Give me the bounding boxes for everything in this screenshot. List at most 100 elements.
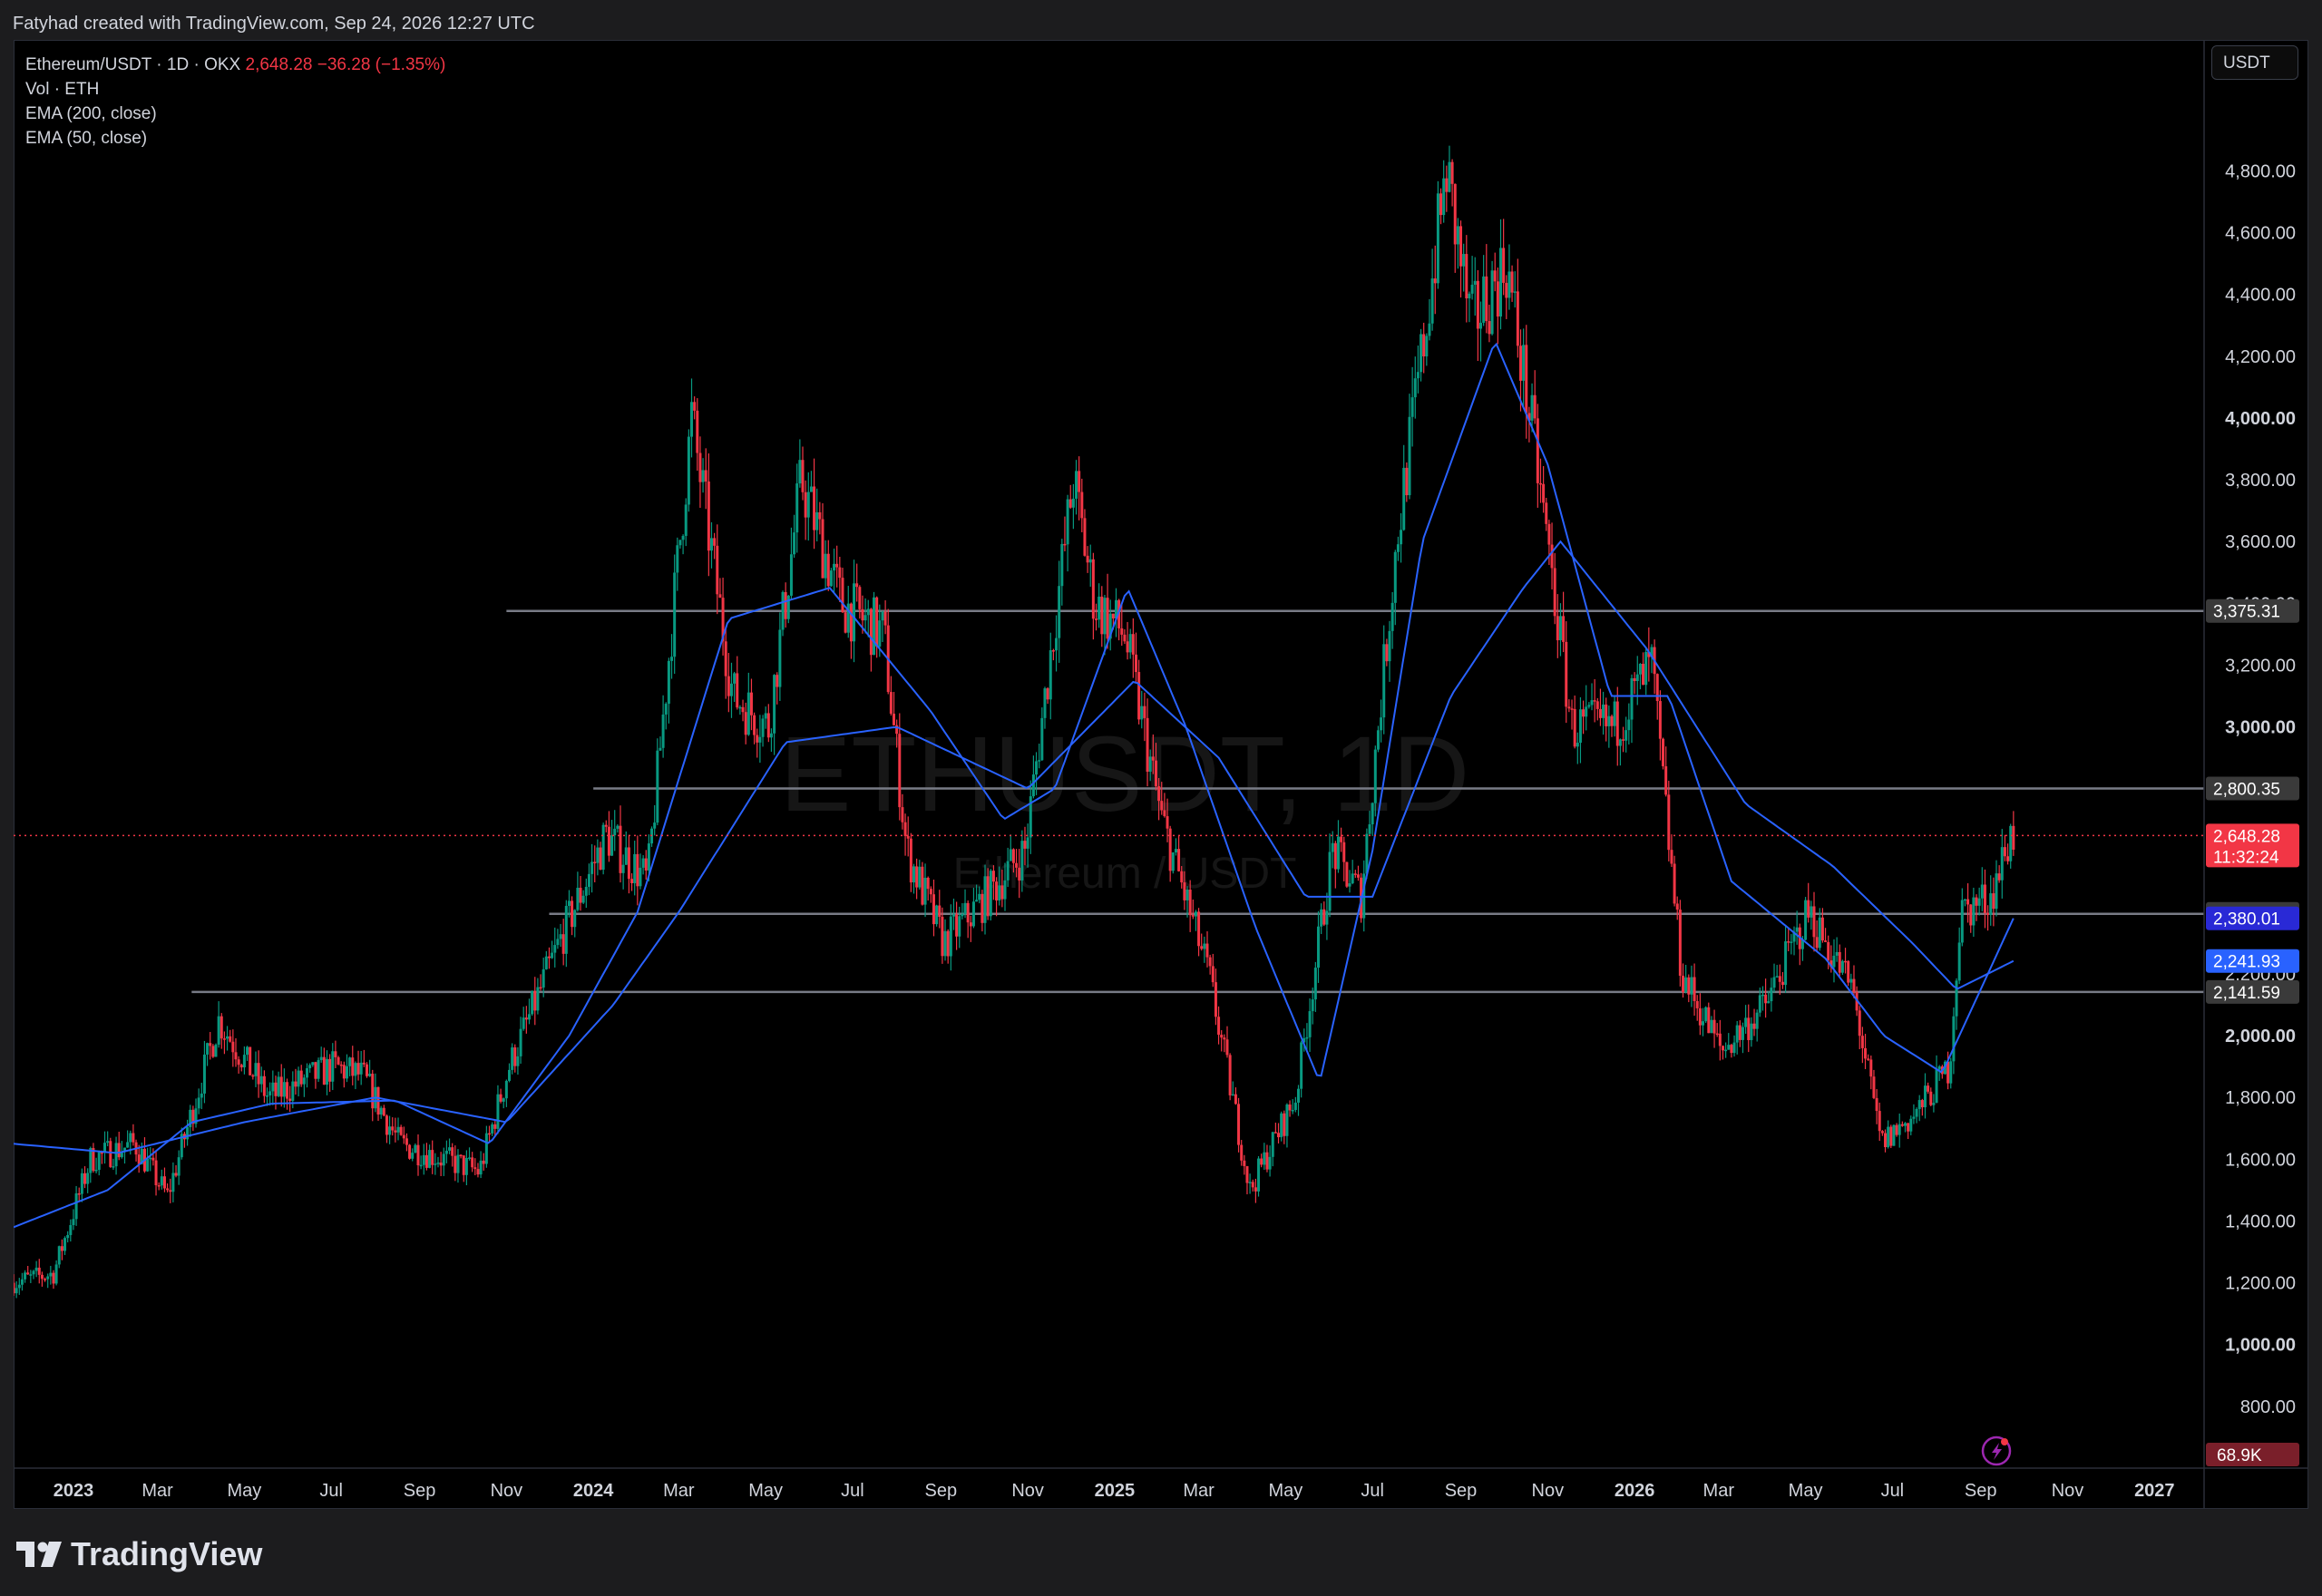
candle-body bbox=[394, 1130, 397, 1133]
candle-body bbox=[1875, 1097, 1878, 1112]
legend-indicator-volume[interactable]: Vol · ETH bbox=[25, 77, 445, 102]
time-tick-label: Sep bbox=[1445, 1481, 1478, 1501]
candle-body bbox=[1425, 336, 1429, 357]
legend-symbol-row[interactable]: Ethereum/USDT · 1D · OKX 2,648.28 −36.28… bbox=[25, 53, 445, 77]
candle-body bbox=[1909, 1118, 1913, 1132]
candle-body bbox=[1488, 321, 1491, 335]
candle-body bbox=[325, 1058, 328, 1085]
candle-body bbox=[513, 1047, 517, 1066]
candle-body bbox=[63, 1238, 67, 1251]
candle-body bbox=[1510, 271, 1514, 293]
candle-body bbox=[1068, 499, 1072, 508]
candle-body bbox=[559, 934, 562, 939]
candle-body bbox=[294, 1081, 298, 1087]
candle-body bbox=[1658, 701, 1662, 739]
candle-body bbox=[1075, 471, 1078, 499]
candle-body bbox=[1131, 634, 1135, 655]
candle-body bbox=[1530, 394, 1534, 421]
candle-body bbox=[1972, 897, 1976, 926]
candle-body bbox=[414, 1144, 417, 1153]
candle-body bbox=[508, 1069, 512, 1081]
candle-body bbox=[841, 578, 844, 613]
candle-body bbox=[621, 864, 625, 873]
candle-body bbox=[162, 1176, 166, 1189]
candle-body bbox=[1038, 760, 1041, 762]
currency-button[interactable]: USDT bbox=[2211, 45, 2298, 80]
price-chart[interactable]: ETHUSDT, 1D Ethereum / USDT 800.001,000.… bbox=[14, 40, 2308, 1509]
tradingview-logo[interactable]: TradingView bbox=[16, 1535, 262, 1573]
candle-body bbox=[1305, 1036, 1309, 1039]
candle-body bbox=[915, 866, 919, 888]
legend-symbol: Ethereum/USDT · 1D · OKX bbox=[25, 55, 241, 74]
candle-body bbox=[1043, 688, 1047, 718]
candle-body bbox=[698, 453, 702, 482]
candle-body bbox=[1820, 917, 1824, 941]
candle-body bbox=[1011, 849, 1015, 863]
candle-body bbox=[761, 718, 765, 737]
candle-body bbox=[405, 1138, 408, 1145]
candle-body bbox=[696, 410, 699, 453]
candle-body bbox=[1320, 909, 1323, 927]
candle-body bbox=[1573, 708, 1576, 747]
candle-body bbox=[1662, 738, 1665, 767]
candle-body bbox=[1738, 1025, 1742, 1040]
candle-body bbox=[356, 1063, 360, 1075]
candle-body bbox=[368, 1074, 372, 1076]
candle-body bbox=[889, 692, 893, 715]
candle-body bbox=[266, 1095, 269, 1097]
candle-body bbox=[1240, 1144, 1244, 1161]
candle-body bbox=[1849, 978, 1853, 983]
legend-indicator-ema50[interactable]: EMA (50, close) bbox=[25, 126, 445, 151]
candle-body bbox=[1188, 890, 1192, 916]
candle-body bbox=[419, 1164, 423, 1167]
candle-body bbox=[955, 914, 959, 937]
candle-body bbox=[484, 1133, 488, 1164]
candle-body bbox=[1171, 852, 1175, 871]
candle-body bbox=[1712, 1019, 1716, 1034]
candle-body bbox=[1770, 988, 1773, 1002]
candle-body bbox=[727, 676, 730, 696]
candle-body bbox=[1382, 644, 1386, 718]
time-axis[interactable]: 2023 Mar May Jul Sep Nov 2024 Mar May Jul Sep Nov 20… bbox=[54, 1481, 2175, 1501]
candle-body bbox=[793, 532, 796, 555]
candle-body bbox=[246, 1046, 249, 1056]
candle-body bbox=[923, 877, 927, 905]
candle-body bbox=[493, 1124, 497, 1129]
candle-body bbox=[613, 828, 617, 836]
candle-body bbox=[254, 1063, 258, 1076]
candle-body bbox=[302, 1077, 306, 1085]
candle-body bbox=[818, 511, 822, 520]
candle-body bbox=[724, 641, 727, 676]
candle-body bbox=[958, 916, 961, 937]
candle-body bbox=[97, 1152, 101, 1171]
candle-body bbox=[758, 736, 762, 743]
candle-body bbox=[342, 1065, 346, 1079]
price-tick-label: 1,600.00 bbox=[2225, 1150, 2296, 1170]
candle-body bbox=[402, 1134, 405, 1139]
candle-body bbox=[801, 460, 805, 492]
candle-body bbox=[1140, 706, 1144, 720]
time-tick-label: Sep bbox=[925, 1481, 958, 1501]
legend-indicator-ema200[interactable]: EMA (200, close) bbox=[25, 102, 445, 126]
candle-body bbox=[1545, 502, 1548, 524]
candle-body bbox=[778, 629, 782, 687]
candle-body bbox=[676, 545, 679, 573]
candle-body bbox=[627, 847, 630, 880]
candle-body bbox=[821, 519, 824, 579]
candle-body bbox=[504, 1080, 508, 1099]
time-tick-label: Jul bbox=[1361, 1481, 1384, 1501]
candle-body bbox=[1459, 226, 1463, 267]
lightning-icon[interactable] bbox=[1981, 1435, 2012, 1466]
time-tick-label: Sep bbox=[1965, 1481, 1997, 1501]
candle-body bbox=[1251, 1182, 1254, 1188]
candle-body bbox=[171, 1173, 175, 1192]
candle-body bbox=[1747, 1017, 1751, 1040]
candle-body bbox=[926, 877, 930, 890]
candle-body bbox=[1328, 852, 1332, 911]
candle-body bbox=[249, 1046, 252, 1075]
time-tick-label: May bbox=[1789, 1481, 1823, 1501]
candle-body bbox=[146, 1158, 150, 1172]
candle-body bbox=[1080, 491, 1084, 519]
candle-body bbox=[1997, 873, 2001, 881]
candle-body bbox=[866, 608, 870, 616]
